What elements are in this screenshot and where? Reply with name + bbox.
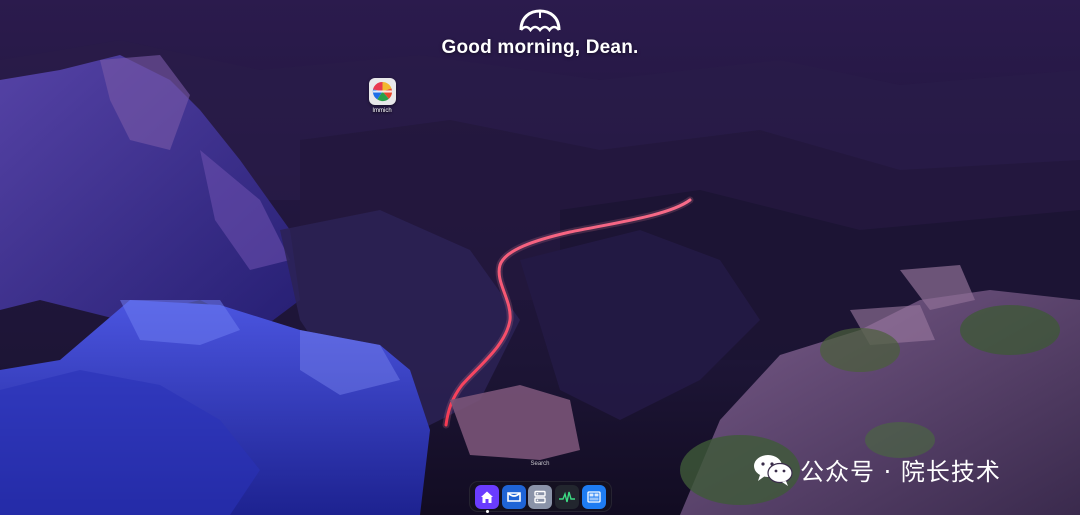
wechat-icon [754, 454, 793, 486]
active-indicator [486, 509, 490, 513]
dock-item-activity[interactable] [555, 484, 580, 509]
dock-item-server[interactable] [528, 484, 553, 509]
watermark-text: 公众号 · 院长技术 [800, 458, 1001, 486]
greeting-header: Good morning, Dean. [0, 8, 1080, 59]
dashboard-icon [587, 490, 601, 503]
greeting-title: Good morning, Dean. [441, 37, 639, 58]
watermark: 公众号 · 院长技术 [752, 452, 1001, 487]
desktop-app-label: Immich [372, 108, 392, 114]
dock [469, 481, 612, 513]
inbox-icon [507, 491, 521, 502]
dock-item-dashboard[interactable] [581, 484, 606, 509]
search-label[interactable]: Search [500, 461, 580, 467]
immich-pinwheel-icon [368, 78, 396, 105]
desktop-app-immich[interactable]: Immich [362, 78, 402, 114]
home-icon [481, 491, 494, 503]
umbrella-icon [519, 9, 561, 33]
server-icon [534, 490, 547, 503]
desktop-wallpaper [0, 0, 1080, 515]
dock-item-home[interactable] [475, 484, 500, 513]
dock-item-inbox[interactable] [501, 484, 526, 509]
activity-monitor-icon [559, 491, 576, 502]
